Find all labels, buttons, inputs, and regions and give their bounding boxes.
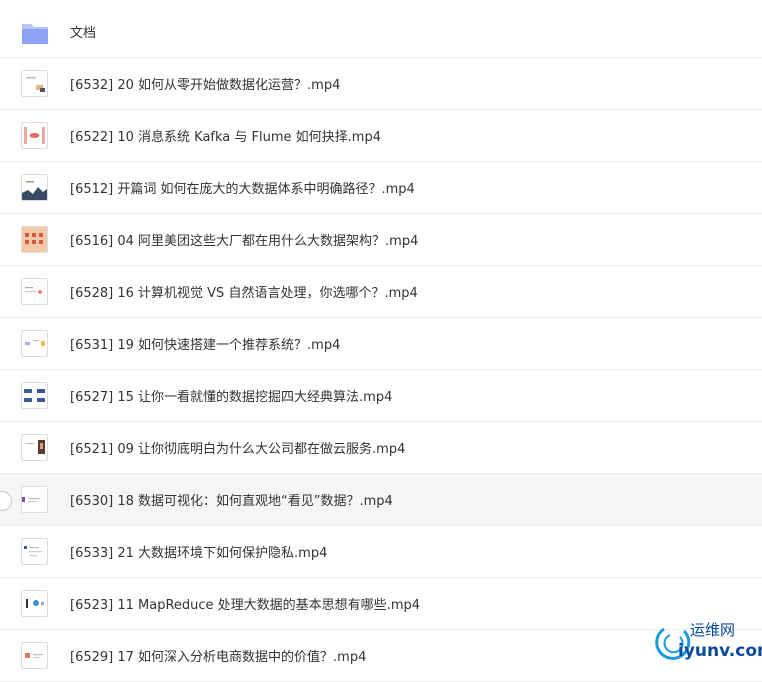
file-name: [6512] 开篇词 如何在庞大的大数据体系中明确路径？.mp4 — [70, 182, 415, 197]
file-name: [6522] 10 消息系统 Kafka 与 Flume 如何抉择.mp4 — [70, 130, 381, 145]
file-row[interactable]: [6512] 开篇词 如何在庞大的大数据体系中明确路径？.mp4 — [0, 162, 762, 214]
watermark-en: iyunv.com — [678, 641, 762, 661]
select-radio[interactable] — [0, 491, 12, 511]
file-row[interactable]: [6531] 19 如何快速搭建一个推荐系统？.mp4 — [0, 318, 762, 370]
file-name: [6523] 11 MapReduce 处理大数据的基本思想有哪些.mp4 — [70, 598, 421, 613]
file-name: [6516] 04 阿里美团这些大厂都在用什么大数据架构？.mp4 — [70, 234, 419, 249]
folder-row[interactable]: 文档 — [0, 6, 762, 58]
video-thumbnail-icon — [21, 538, 48, 565]
file-row[interactable]: [6529] 17 如何深入分析电商数据中的价值？.mp4 — [0, 630, 762, 682]
file-row[interactable]: [6521] 09 让你彻底明白为什么大公司都在做云服务.mp4 — [0, 422, 762, 474]
video-thumbnail-icon — [21, 590, 48, 617]
video-thumbnail-icon — [21, 122, 48, 149]
file-row[interactable]: [6523] 11 MapReduce 处理大数据的基本思想有哪些.mp4 — [0, 578, 762, 630]
watermark-cn: 运维网 — [690, 621, 736, 639]
video-thumbnail-icon — [21, 278, 48, 305]
file-name: [6529] 17 如何深入分析电商数据中的价值？.mp4 — [70, 650, 367, 665]
file-row[interactable]: [6528] 16 计算机视觉 VS 自然语言处理，你选哪个？.mp4 — [0, 266, 762, 318]
video-thumbnail-icon — [21, 382, 48, 409]
video-thumbnail-icon — [21, 174, 48, 201]
video-thumbnail-icon — [21, 330, 48, 357]
file-name: [6521] 09 让你彻底明白为什么大公司都在做云服务.mp4 — [70, 442, 406, 457]
file-row[interactable]: [6533] 21 大数据环境下如何保护隐私.mp4 — [0, 526, 762, 578]
watermark-logo: 运维网 iyunv.com — [650, 615, 762, 675]
file-name: [6533] 21 大数据环境下如何保护隐私.mp4 — [70, 546, 328, 561]
folder-name: 文档 — [70, 26, 97, 41]
video-thumbnail-icon — [21, 642, 48, 669]
file-name: [6527] 15 让你一看就懂的数据挖掘四大经典算法.mp4 — [70, 390, 393, 405]
file-name: [6528] 16 计算机视觉 VS 自然语言处理，你选哪个？.mp4 — [70, 286, 418, 301]
file-row[interactable]: [6532] 20 如何从零开始做数据化运营？.mp4 — [0, 58, 762, 110]
video-thumbnail-icon — [21, 434, 48, 461]
folder-icon — [22, 24, 48, 44]
file-row[interactable]: [6522] 10 消息系统 Kafka 与 Flume 如何抉择.mp4 — [0, 110, 762, 162]
video-thumbnail-icon — [21, 486, 48, 513]
file-row[interactable]: [6530] 18 数据可视化：如何直观地“看见”数据？.mp4 — [0, 474, 762, 526]
file-row[interactable]: [6527] 15 让你一看就懂的数据挖掘四大经典算法.mp4 — [0, 370, 762, 422]
file-name: [6531] 19 如何快速搭建一个推荐系统？.mp4 — [70, 338, 341, 353]
file-name: [6530] 18 数据可视化：如何直观地“看见”数据？.mp4 — [70, 494, 393, 509]
video-thumbnail-icon — [21, 226, 48, 253]
video-thumbnail-icon — [21, 70, 48, 97]
file-name: [6532] 20 如何从零开始做数据化运营？.mp4 — [70, 78, 341, 93]
file-list: 文档 [6532] 20 如何从零开始做数据化运营？.mp4 [6522] 10… — [0, 0, 762, 682]
file-row[interactable]: [6516] 04 阿里美团这些大厂都在用什么大数据架构？.mp4 — [0, 214, 762, 266]
